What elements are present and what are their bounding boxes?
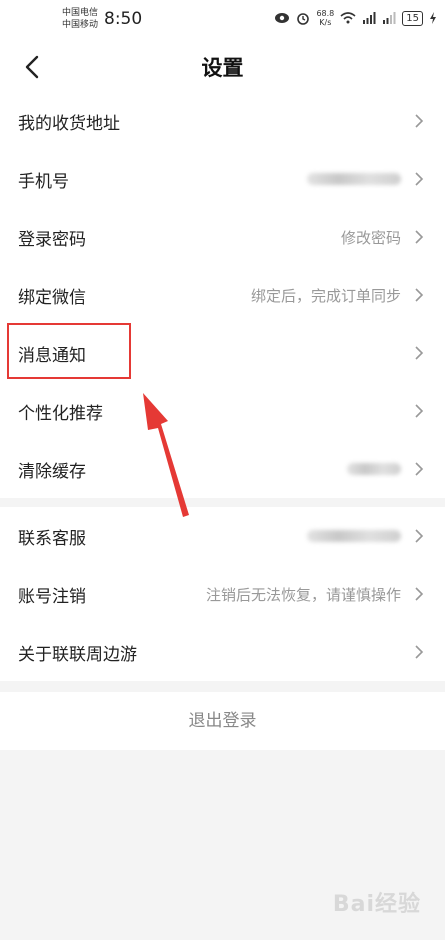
watermark-text: Bai经验 <box>332 892 421 917</box>
watermark: Bai经验 <box>333 886 421 918</box>
annotation-arrow <box>143 393 189 517</box>
